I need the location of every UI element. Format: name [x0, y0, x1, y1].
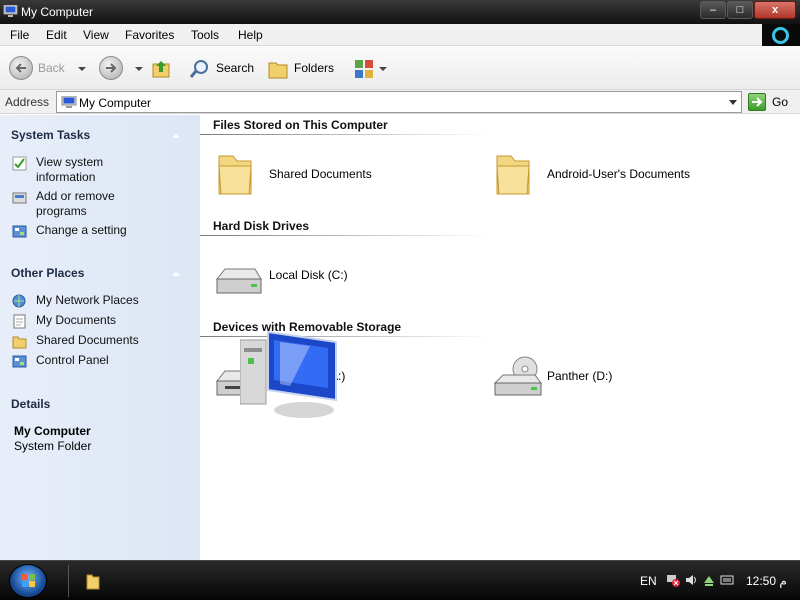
view-system-information-link[interactable]: View system information [12, 155, 192, 187]
up-folder-icon[interactable] [150, 58, 172, 80]
task-pane: System Tasks View system information Add… [0, 115, 200, 560]
maximize-button[interactable]: □ [727, 1, 753, 19]
brand-ring-icon [772, 27, 789, 44]
forward-dropdown-icon[interactable] [135, 67, 143, 71]
explorer-taskbar-icon[interactable] [86, 573, 100, 590]
menu-file[interactable]: File [10, 28, 29, 42]
local-disk-c-item[interactable]: Local Disk (C:) [215, 255, 415, 299]
details-title: My Computer [14, 424, 91, 438]
network-places-icon [12, 294, 26, 308]
system-info-icon [12, 156, 27, 171]
place-label: My Documents [36, 313, 117, 327]
system-tasks-header[interactable]: System Tasks [11, 128, 90, 142]
other-places-header[interactable]: Other Places [11, 266, 84, 280]
back-arrow-icon [15, 63, 26, 73]
address-bar: Address My Computer Go [0, 90, 800, 114]
panther-d-drive-item[interactable]: Panther (D:) [493, 353, 693, 403]
collapse-chevron-icon[interactable] [172, 134, 180, 138]
place-label: My Network Places [36, 293, 139, 307]
taskbar-separator [68, 565, 69, 597]
windows-flag-box [762, 24, 800, 46]
shared-documents-item[interactable]: Shared Documents [215, 150, 435, 200]
folder-icon [12, 336, 27, 349]
details-header[interactable]: Details [11, 397, 50, 411]
folder-icon [218, 155, 252, 195]
collapse-chevron-icon[interactable] [172, 272, 180, 276]
address-input[interactable]: My Computer [56, 91, 742, 113]
add-remove-programs-link[interactable]: Add or remove programs [12, 189, 192, 221]
language-indicator[interactable]: EN [640, 574, 657, 588]
address-label: Address [5, 95, 50, 109]
task-label: View system information [36, 155, 104, 184]
window-title: My Computer [21, 5, 94, 19]
control-panel-icon [12, 355, 27, 368]
address-value: My Computer [79, 96, 152, 110]
back-label: Back [38, 61, 65, 75]
close-button[interactable]: x [754, 1, 796, 19]
group-divider [200, 235, 490, 236]
back-button[interactable] [9, 56, 33, 80]
cd-drive-icon [493, 356, 542, 396]
shared-documents-link[interactable]: Shared Documents [12, 333, 192, 349]
documents-icon [13, 314, 26, 329]
my-documents-link[interactable]: My Documents [12, 313, 192, 329]
my-computer-icon [61, 96, 77, 108]
place-label: Control Panel [36, 353, 109, 367]
change-setting-link[interactable]: Change a setting [12, 223, 192, 239]
taskbar: EN 12:50 م [0, 560, 800, 600]
volume-icon[interactable] [684, 573, 698, 587]
group-divider [200, 134, 490, 135]
views-dropdown-icon[interactable] [379, 67, 387, 71]
toolbar: Back Search Folders [0, 46, 800, 90]
task-label: Change a setting [36, 223, 127, 237]
control-panel-link[interactable]: Control Panel [12, 353, 192, 369]
back-dropdown-icon[interactable] [78, 67, 86, 71]
clock[interactable]: 12:50 م [746, 574, 787, 588]
item-label: Shared Documents [269, 167, 372, 181]
folders-icon[interactable] [267, 58, 289, 80]
forward-arrow-icon [106, 63, 117, 73]
my-computer-icon [3, 5, 18, 17]
folders-button[interactable]: Folders [294, 61, 334, 75]
menu-help[interactable]: Help [238, 28, 263, 42]
windows-logo-icon [22, 574, 35, 587]
menu-tools[interactable]: Tools [191, 28, 219, 42]
views-icon[interactable] [353, 58, 375, 80]
menu-bar: File Edit View Favorites Tools Help [0, 24, 762, 46]
control-panel-icon [12, 225, 27, 238]
hard-disk-icon [215, 268, 262, 294]
start-button[interactable] [9, 564, 47, 598]
item-label: Android-User's Documents [547, 167, 691, 181]
place-label: Shared Documents [36, 333, 139, 347]
group-header: Hard Disk Drives [213, 219, 310, 233]
item-label: Panther (D:) [547, 369, 613, 383]
search-button[interactable]: Search [216, 61, 254, 75]
android-user-documents-item[interactable]: Android-User's Documents [493, 150, 753, 200]
details-subtitle: System Folder [14, 439, 92, 453]
menu-view[interactable]: View [83, 28, 109, 42]
menu-favorites[interactable]: Favorites [125, 28, 174, 42]
go-arrow-icon [748, 93, 766, 111]
search-icon[interactable] [189, 58, 211, 80]
item-label: Local Disk (C:) [269, 268, 348, 282]
my-network-places-link[interactable]: My Network Places [12, 293, 192, 309]
computer-drag-icon[interactable] [240, 328, 350, 420]
forward-button[interactable] [99, 56, 123, 80]
title-bar: My Computer ‒ □ x [0, 0, 800, 24]
task-label: Add or remove programs [36, 189, 115, 218]
go-button[interactable]: Go [746, 92, 796, 112]
minimize-button[interactable]: ‒ [700, 1, 726, 19]
folder-icon [496, 155, 530, 195]
keyboard-icon[interactable] [720, 573, 734, 587]
group-header: Files Stored on This Computer [213, 118, 388, 132]
safely-remove-icon[interactable] [702, 573, 716, 587]
add-remove-programs-icon [12, 192, 27, 204]
address-dropdown-icon[interactable] [729, 100, 737, 105]
network-error-icon[interactable] [666, 573, 680, 587]
menu-edit[interactable]: Edit [46, 28, 67, 42]
go-label: Go [772, 95, 789, 109]
